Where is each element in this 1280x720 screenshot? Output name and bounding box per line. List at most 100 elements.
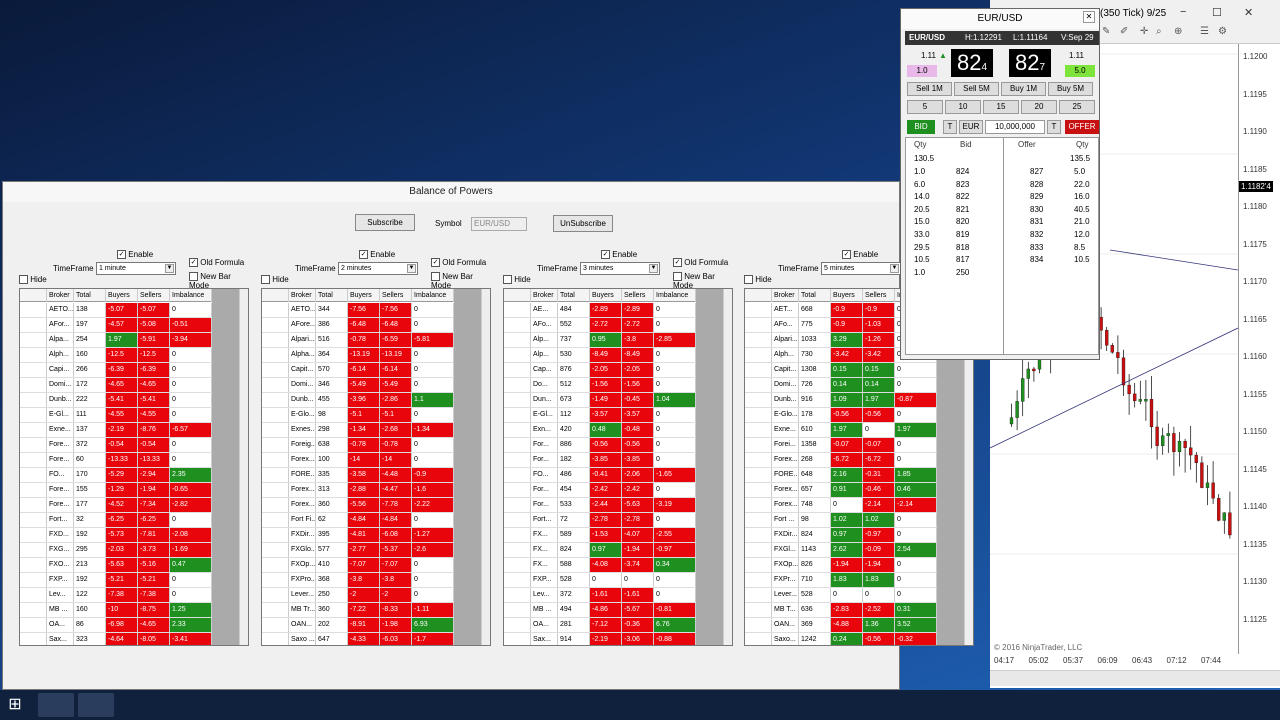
table-row[interactable]: FXP... 192 -5.21 -5.21 0 bbox=[20, 573, 240, 588]
row-header[interactable] bbox=[745, 588, 772, 602]
quantity-input[interactable]: 10,000,000 bbox=[985, 120, 1045, 134]
row-header[interactable] bbox=[262, 543, 289, 557]
table-row[interactable]: Capit... 1308 0.15 0.15 0 bbox=[745, 363, 965, 378]
bid-total[interactable]: 130.5 bbox=[914, 154, 934, 163]
row-header[interactable] bbox=[745, 543, 772, 557]
row-header[interactable] bbox=[504, 318, 531, 332]
row-header[interactable] bbox=[745, 348, 772, 362]
offer-price-level[interactable]: 833 bbox=[1030, 243, 1043, 252]
table-row[interactable]: Fort Fi... 62 -4.84 -4.84 0 bbox=[262, 513, 482, 528]
pencil-icon[interactable]: ✎ bbox=[1102, 26, 1110, 37]
timeframe-select[interactable]: 1 minute ▼ bbox=[96, 262, 176, 275]
table-row[interactable]: For... 454 -2.42 -2.42 0 bbox=[504, 483, 724, 498]
column-header[interactable]: Buyers bbox=[348, 289, 380, 302]
row-header[interactable] bbox=[504, 513, 531, 527]
table-row[interactable]: Alp... 530 -8.49 -8.49 0 bbox=[504, 348, 724, 363]
row-header[interactable] bbox=[745, 438, 772, 452]
table-row[interactable]: AFo... 552 -2.72 -2.72 0 bbox=[504, 318, 724, 333]
column-header[interactable]: Imbalance bbox=[170, 289, 212, 302]
bid-price-level[interactable]: 820 bbox=[956, 217, 969, 226]
table-row[interactable]: Lever... 250 -2 -2 0 bbox=[262, 588, 482, 603]
table-row[interactable]: Dunb... 222 -5.41 -5.41 0 bbox=[20, 393, 240, 408]
table-row[interactable]: MB ... 494 -4.86 -5.67 -0.81 bbox=[504, 603, 724, 618]
row-header[interactable] bbox=[262, 363, 289, 377]
search-icon[interactable]: ⌕ bbox=[1156, 26, 1162, 37]
table-row[interactable]: OA... 86 -6.98 -4.65 2.33 bbox=[20, 618, 240, 633]
table-row[interactable]: Exn... 420 0.48 -0.48 0 bbox=[504, 423, 724, 438]
enable-checkbox[interactable]: ✓ Enable bbox=[117, 250, 153, 260]
column-header[interactable]: Total bbox=[74, 289, 106, 302]
offer-qty[interactable]: 8.5 bbox=[1074, 243, 1085, 252]
old-formula-checkbox[interactable]: ✓ Old Formula bbox=[431, 258, 486, 268]
bid-price-level[interactable]: 819 bbox=[956, 230, 969, 239]
offer-price-level[interactable]: 831 bbox=[1030, 217, 1043, 226]
row-header[interactable] bbox=[504, 468, 531, 482]
offer-qty[interactable]: 40.5 bbox=[1074, 205, 1090, 214]
row-header[interactable] bbox=[262, 408, 289, 422]
row-header[interactable] bbox=[745, 393, 772, 407]
enable-checkbox[interactable]: ✓ Enable bbox=[842, 250, 878, 260]
row-header[interactable] bbox=[262, 513, 289, 527]
timeframe-select[interactable]: 3 minutes ▼ bbox=[580, 262, 660, 275]
table-scrollbar[interactable] bbox=[239, 289, 248, 645]
row-header[interactable] bbox=[262, 558, 289, 572]
row-header[interactable] bbox=[20, 423, 47, 437]
table-row[interactable]: FXO... 213 -5.63 -5.16 0.47 bbox=[20, 558, 240, 573]
table-row[interactable]: Fore... 60 -13.33 -13.33 0 bbox=[20, 453, 240, 468]
row-header[interactable] bbox=[745, 303, 772, 317]
row-header[interactable] bbox=[20, 633, 47, 645]
table-row[interactable]: OA... 281 -7.12 -0.36 6.76 bbox=[504, 618, 724, 633]
row-header[interactable] bbox=[745, 318, 772, 332]
row-header[interactable] bbox=[262, 438, 289, 452]
row-header[interactable] bbox=[20, 513, 47, 527]
column-header[interactable]: Broker bbox=[47, 289, 74, 302]
row-header[interactable] bbox=[745, 453, 772, 467]
row-header[interactable] bbox=[504, 528, 531, 542]
settings-icon[interactable]: ⚙ bbox=[1218, 26, 1227, 37]
row-header[interactable] bbox=[20, 348, 47, 362]
close-icon[interactable]: ✕ bbox=[1083, 11, 1095, 23]
bid-qty[interactable]: 15.0 bbox=[914, 217, 930, 226]
offer-qty[interactable]: 22.0 bbox=[1074, 180, 1090, 189]
row-header[interactable] bbox=[504, 408, 531, 422]
offer-qty[interactable]: 10.5 bbox=[1074, 255, 1090, 264]
row-header[interactable] bbox=[745, 633, 772, 645]
table-row[interactable]: Fore... 177 -4.52 -7.34 -2.82 bbox=[20, 498, 240, 513]
row-header[interactable] bbox=[262, 618, 289, 632]
table-row[interactable]: Forex... 748 0 -2.14 -2.14 bbox=[745, 498, 965, 513]
windows-start-icon[interactable]: ⊞ bbox=[6, 696, 24, 714]
offer-price-level[interactable]: 834 bbox=[1030, 255, 1043, 264]
table-row[interactable]: E-Gl... 111 -4.55 -4.55 0 bbox=[20, 408, 240, 423]
table-scrollbar[interactable] bbox=[723, 289, 732, 645]
table-row[interactable]: FXDir... 395 -4.81 -6.08 -1.27 bbox=[262, 528, 482, 543]
table-row[interactable]: MB Tr... 360 -7.22 -8.33 -1.11 bbox=[262, 603, 482, 618]
row-header[interactable] bbox=[262, 603, 289, 617]
table-row[interactable]: AE... 484 -2.89 -2.89 0 bbox=[504, 303, 724, 318]
row-header[interactable] bbox=[504, 348, 531, 362]
column-header[interactable]: Buyers bbox=[106, 289, 138, 302]
table-row[interactable]: FXPr... 710 1.83 1.83 0 bbox=[745, 573, 965, 588]
quick-quantity-button[interactable]: 25 bbox=[1059, 100, 1095, 114]
row-header[interactable] bbox=[262, 633, 289, 645]
offer-price-level[interactable]: 832 bbox=[1030, 230, 1043, 239]
table-row[interactable]: Capi... 266 -6.39 -6.39 0 bbox=[20, 363, 240, 378]
table-row[interactable]: FXPro... 368 -3.8 -3.8 0 bbox=[262, 573, 482, 588]
zoom-in-icon[interactable]: ⊕ bbox=[1174, 26, 1182, 37]
bid-qty[interactable]: 10.5 bbox=[914, 255, 930, 264]
table-row[interactable]: For... 886 -0.56 -0.56 0 bbox=[504, 438, 724, 453]
trade-size-button[interactable]: Sell 1M bbox=[907, 82, 952, 96]
bid-price-level[interactable]: 817 bbox=[956, 255, 969, 264]
row-header[interactable] bbox=[504, 543, 531, 557]
row-header[interactable] bbox=[745, 498, 772, 512]
table-row[interactable]: MB T... 636 -2.83 -2.52 0.31 bbox=[745, 603, 965, 618]
row-header[interactable] bbox=[20, 603, 47, 617]
bid-qty[interactable]: 14.0 bbox=[914, 192, 930, 201]
bid-price-level[interactable]: 822 bbox=[956, 192, 969, 201]
row-header[interactable] bbox=[745, 468, 772, 482]
table-row[interactable]: Forex... 657 0.91 -0.46 0.46 bbox=[745, 483, 965, 498]
row-header[interactable] bbox=[262, 483, 289, 497]
table-row[interactable]: AETO... 138 -5.07 -5.07 0 bbox=[20, 303, 240, 318]
bid-t-button[interactable]: T bbox=[943, 120, 957, 134]
table-row[interactable]: Alph... 160 -12.5 -12.5 0 bbox=[20, 348, 240, 363]
row-header[interactable] bbox=[745, 573, 772, 587]
